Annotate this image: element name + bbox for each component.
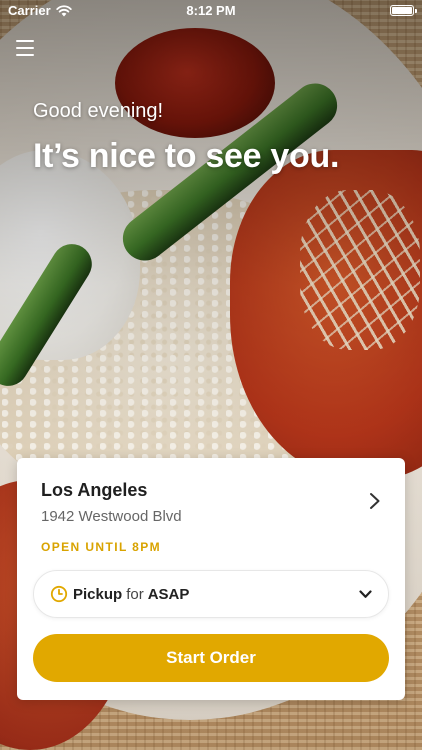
hamburger-menu-icon[interactable] [16,40,34,56]
chevron-right-icon [370,493,380,509]
chevron-down-icon [359,589,372,598]
order-connector: for [126,585,144,603]
pickup-time-selector[interactable]: Pickup for ASAP [33,570,389,618]
welcome-headline: It’s nice to see you. [33,137,340,175]
start-order-button[interactable]: Start Order [33,634,389,682]
store-city: Los Angeles [41,480,148,500]
battery-icon [390,5,417,16]
greeting-text: Good evening! [33,100,164,122]
status-time: 8:12 PM [186,3,236,18]
store-card: Los Angeles 1942 Westwood Blvd OPEN UNTI… [17,458,405,700]
order-time: ASAP [147,585,190,603]
store-hours: OPEN UNTIL 8PM [41,540,162,554]
store-address: 1942 Westwood Blvd [41,508,182,525]
status-bar: Carrier 8:12 PM [0,0,422,22]
location-selector[interactable]: Los Angeles 1942 Westwood Blvd [41,480,385,526]
pickup-summary: Pickup for ASAP [73,586,189,603]
order-mode: Pickup [73,585,123,603]
clock-icon [50,585,68,603]
